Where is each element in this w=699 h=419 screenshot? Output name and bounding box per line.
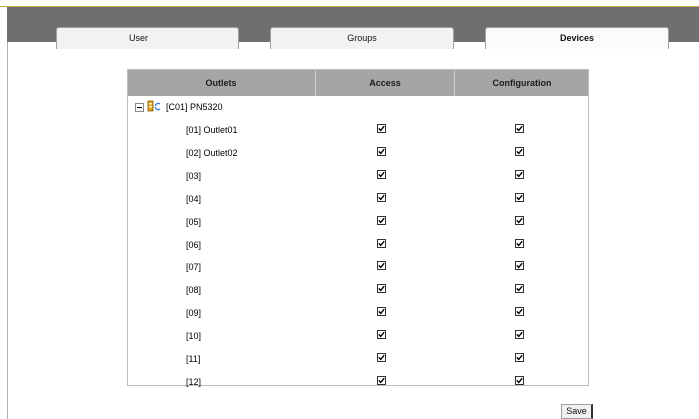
configuration-checkbox[interactable]: [515, 215, 524, 225]
configuration-checkbox[interactable]: [515, 375, 524, 385]
collapse-icon[interactable]: [135, 103, 144, 112]
access-checkbox[interactable]: [377, 124, 386, 133]
access-checkbox[interactable]: [377, 169, 386, 179]
configuration-checkbox[interactable]: [515, 192, 524, 202]
tab-groups[interactable]: Groups: [270, 27, 454, 49]
device-row[interactable]: [C01] PN5320: [128, 100, 588, 116]
table-row: [12]: [128, 374, 588, 390]
access-checkbox[interactable]: [377, 146, 386, 156]
access-checkbox[interactable]: [377, 375, 386, 385]
outlet-name: [06]: [186, 239, 202, 250]
outlet-name: [10]: [186, 331, 202, 342]
table-row: [05]: [128, 214, 588, 230]
save-button[interactable]: Save: [561, 404, 593, 419]
tab-devices[interactable]: Devices: [485, 27, 669, 49]
access-checkbox[interactable]: [377, 192, 386, 202]
tab-bar: User Groups Devices: [7, 7, 699, 49]
access-checkbox[interactable]: [377, 353, 386, 362]
configuration-checkbox[interactable]: [515, 238, 524, 248]
table-row: [06]: [128, 237, 588, 253]
outlets-table: Outlets Access Configuration [C01] PN532…: [127, 69, 589, 387]
table-header: Outlets Access Configuration: [128, 70, 588, 96]
configuration-checkbox[interactable]: [515, 353, 524, 362]
access-checkbox[interactable]: [377, 261, 386, 271]
table-row: [04]: [128, 191, 588, 207]
outlet-name: [09]: [186, 308, 202, 319]
outlet-name: [11]: [186, 354, 201, 364]
table-row: [07]: [128, 259, 588, 275]
table-row: [02] Outlet02: [128, 145, 588, 161]
configuration-checkbox[interactable]: [515, 284, 524, 294]
outlet-name: [03]: [186, 170, 202, 181]
tab-user[interactable]: User: [56, 27, 239, 49]
access-checkbox[interactable]: [377, 215, 386, 225]
access-checkbox[interactable]: [377, 307, 386, 317]
header-outlets: Outlets: [205, 78, 237, 88]
table-row: [09]: [128, 305, 588, 321]
top-accent-line: [0, 0, 699, 7]
device-label[interactable]: [C01] PN5320: [166, 101, 223, 113]
table-row: [11]: [128, 351, 588, 367]
outlet-name: [02] Outlet02: [186, 147, 238, 158]
configuration-checkbox[interactable]: [515, 330, 524, 340]
header-configuration: Configuration: [454, 70, 589, 96]
content-left-border: [7, 42, 8, 419]
configuration-checkbox[interactable]: [515, 124, 524, 133]
access-checkbox[interactable]: [377, 330, 386, 340]
outlet-name: [01] Outlet01: [186, 125, 238, 135]
configuration-checkbox[interactable]: [515, 307, 524, 317]
table-row: [03]: [128, 168, 588, 184]
power-device-icon: [147, 100, 162, 112]
outlet-name: [07]: [186, 262, 202, 273]
outlet-name: [08]: [186, 285, 202, 296]
table-row: [10]: [128, 328, 588, 344]
access-checkbox[interactable]: [377, 238, 386, 248]
configuration-checkbox[interactable]: [515, 169, 524, 179]
table-row: [01] Outlet01: [128, 122, 588, 138]
configuration-checkbox[interactable]: [515, 146, 524, 156]
outlet-name: [05]: [186, 216, 202, 227]
table-row: [08]: [128, 282, 588, 298]
outlet-name: [04]: [186, 193, 202, 204]
access-checkbox[interactable]: [377, 284, 386, 294]
configuration-checkbox[interactable]: [515, 261, 524, 271]
outlet-name: [12]: [186, 376, 202, 387]
header-access: Access: [315, 70, 454, 96]
